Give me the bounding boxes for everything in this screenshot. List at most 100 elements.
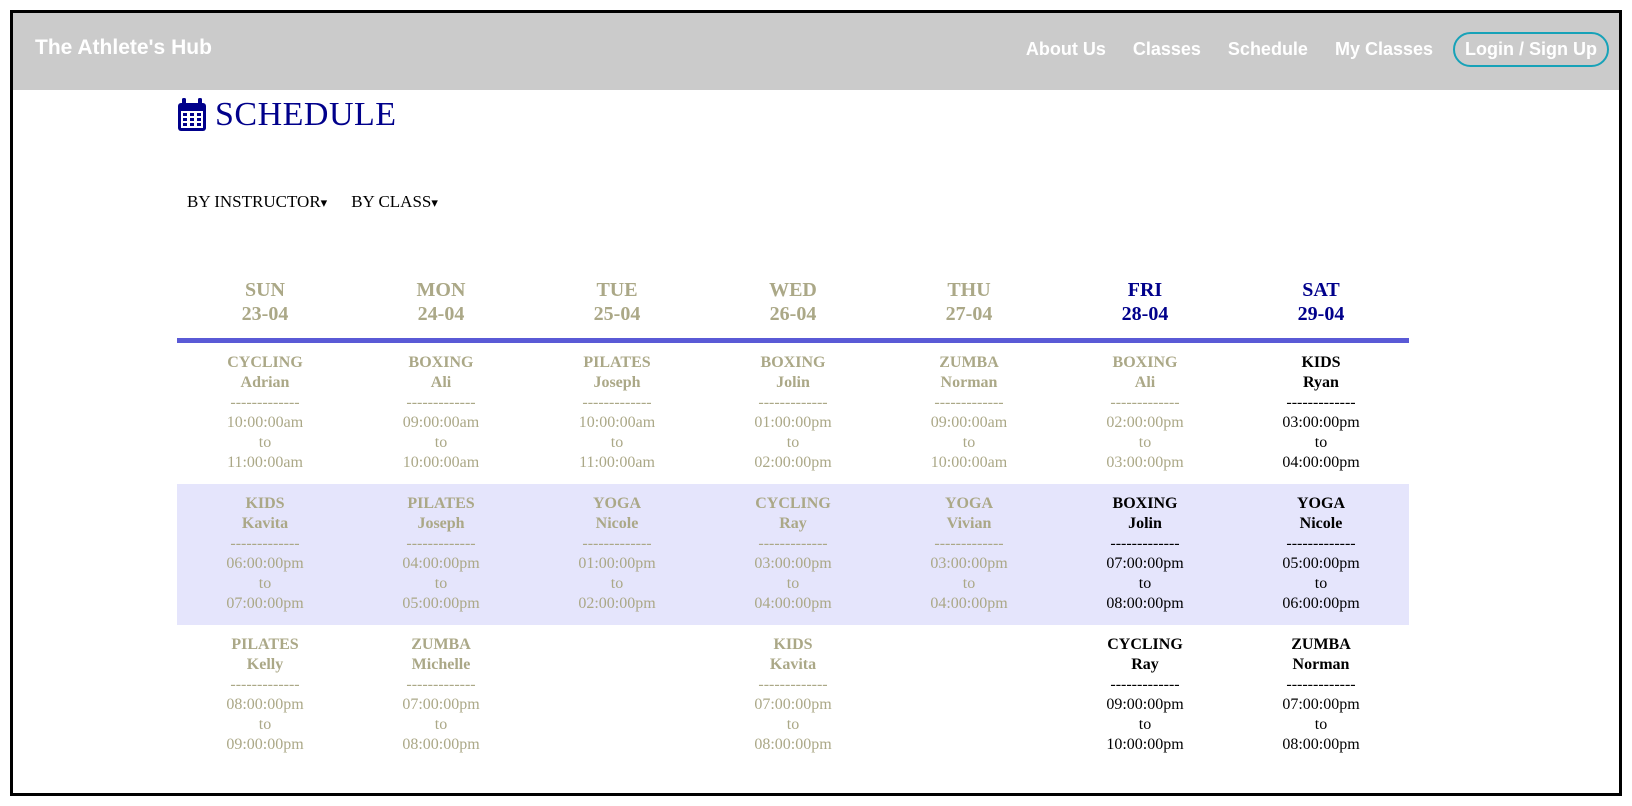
to-label: to bbox=[434, 716, 448, 733]
separator: ------------- bbox=[758, 535, 828, 552]
instructor-name: Michelle bbox=[411, 656, 471, 673]
class-name: CYCLING bbox=[755, 495, 831, 512]
browser-frame: The Athlete's Hub About Us Classes Sched… bbox=[10, 10, 1622, 796]
day-name: SAT bbox=[1302, 279, 1340, 301]
instructor-name: Vivian bbox=[946, 515, 992, 532]
end-time: 02:00:00pm bbox=[754, 454, 832, 471]
to-label: to bbox=[434, 575, 448, 592]
schedule-row: CYCLING Adrian ------------- 10:00:00am to 11… bbox=[177, 343, 1409, 484]
instructor-name: Nicole bbox=[1299, 515, 1343, 532]
day-name: WED bbox=[769, 279, 817, 301]
nav-schedule[interactable]: Schedule bbox=[1228, 39, 1308, 60]
to-label: to bbox=[962, 575, 976, 592]
separator: ------------- bbox=[1286, 535, 1356, 552]
instructor-name: Jolin bbox=[776, 374, 810, 391]
instructor-name: Ali bbox=[1134, 374, 1156, 391]
class-slot[interactable]: CYCLING Ray ------------- 03:00:00pm to 04:00… bbox=[705, 484, 881, 625]
day-name: TUE bbox=[596, 279, 638, 301]
day-header-wed: WED 26-04 bbox=[705, 278, 881, 338]
class-slot[interactable]: ZUMBA Norman ------------- 09:00:00am to 10:0… bbox=[881, 343, 1057, 484]
class-name: PILATES bbox=[231, 636, 299, 653]
class-slot[interactable]: KIDS Kavita ------------- 06:00:00pm to 07:00… bbox=[177, 484, 353, 625]
schedule-rows: CYCLING Adrian ------------- 10:00:00am to 11… bbox=[177, 343, 1409, 766]
start-time: 03:00:00pm bbox=[1282, 414, 1360, 431]
separator: ------------- bbox=[230, 535, 300, 552]
class-name: YOGA bbox=[945, 495, 993, 512]
end-time: 04:00:00pm bbox=[930, 595, 1008, 612]
nav-my-classes[interactable]: My Classes bbox=[1335, 39, 1433, 60]
class-slot[interactable]: YOGA Nicole ------------- 05:00:00pm to 06:00… bbox=[1233, 484, 1409, 625]
end-time: 08:00:00pm bbox=[754, 736, 832, 753]
class-slot[interactable]: ZUMBA Norman ------------- 07:00:00pm to 08:0… bbox=[1233, 625, 1409, 766]
separator: ------------- bbox=[934, 535, 1004, 552]
to-label: to bbox=[258, 716, 272, 733]
end-time: 08:00:00pm bbox=[402, 736, 480, 753]
start-time: 06:00:00pm bbox=[226, 555, 304, 572]
calendar-icon bbox=[178, 98, 206, 131]
separator: ------------- bbox=[1110, 394, 1180, 411]
class-name: ZUMBA bbox=[939, 354, 999, 371]
start-time: 07:00:00pm bbox=[1282, 696, 1360, 713]
to-label: to bbox=[786, 434, 800, 451]
start-time: 05:00:00pm bbox=[1282, 555, 1360, 572]
login-signup-button[interactable]: Login / Sign Up bbox=[1453, 32, 1609, 67]
filter-bar: BY INSTRUCTOR▾ BY CLASS▾ bbox=[187, 192, 462, 212]
day-date: 25-04 bbox=[593, 303, 641, 325]
day-header-row: SUN 23-04 MON 24-04 TUE 25-04 WED 26-04 THU 27-04… bbox=[177, 278, 1409, 338]
class-slot[interactable]: BOXING Ali ------------- 02:00:00pm to 03:00:… bbox=[1057, 343, 1233, 484]
class-slot[interactable]: BOXING Ali ------------- 09:00:00am to 10:00:… bbox=[353, 343, 529, 484]
separator: ------------- bbox=[758, 394, 828, 411]
end-time: 11:00:00am bbox=[227, 454, 303, 471]
day-date: 24-04 bbox=[417, 303, 465, 325]
day-header-sat: SAT 29-04 bbox=[1233, 278, 1409, 338]
class-slot[interactable]: KIDS Ryan ------------- 03:00:00pm to 04:00:0… bbox=[1233, 343, 1409, 484]
end-time: 10:00:00am bbox=[402, 454, 480, 471]
class-slot[interactable]: CYCLING Ray ------------- 09:00:00pm to 10:00… bbox=[1057, 625, 1233, 766]
start-time: 07:00:00pm bbox=[754, 696, 832, 713]
instructor-name: Kavita bbox=[769, 656, 817, 673]
day-date: 29-04 bbox=[1297, 303, 1345, 325]
class-slot[interactable]: BOXING Jolin ------------- 01:00:00pm to 02:0… bbox=[705, 343, 881, 484]
to-label: to bbox=[1314, 575, 1328, 592]
start-time: 09:00:00am bbox=[930, 414, 1008, 431]
end-time: 09:00:00pm bbox=[226, 736, 304, 753]
class-name: KIDS bbox=[773, 636, 813, 653]
class-name: PILATES bbox=[407, 495, 475, 512]
instructor-name: Ryan bbox=[1303, 374, 1339, 391]
end-time: 07:00:00pm bbox=[226, 595, 304, 612]
class-name: BOXING bbox=[1112, 495, 1178, 512]
instructor-name: Norman bbox=[940, 374, 998, 391]
separator: ------------- bbox=[1286, 676, 1356, 693]
to-label: to bbox=[786, 575, 800, 592]
class-slot[interactable]: KIDS Kavita ------------- 07:00:00pm to 08:00… bbox=[705, 625, 881, 766]
separator: ------------- bbox=[934, 394, 1004, 411]
start-time: 10:00:00am bbox=[226, 414, 304, 431]
day-date: 27-04 bbox=[945, 303, 993, 325]
nav-about-us[interactable]: About Us bbox=[1026, 39, 1106, 60]
separator: ------------- bbox=[406, 394, 476, 411]
class-slot[interactable]: YOGA Vivian ------------- 03:00:00pm to 04:00… bbox=[881, 484, 1057, 625]
filter-by-instructor-dropdown[interactable]: BY INSTRUCTOR▾ bbox=[187, 192, 327, 212]
separator: ------------- bbox=[230, 676, 300, 693]
class-slot[interactable]: PILATES Joseph ------------- 04:00:00pm to 05… bbox=[353, 484, 529, 625]
class-slot[interactable]: BOXING Jolin ------------- 07:00:00pm to 08:0… bbox=[1057, 484, 1233, 625]
day-date: 28-04 bbox=[1121, 303, 1169, 325]
class-slot[interactable]: PILATES Kelly ------------- 08:00:00pm to 09:… bbox=[177, 625, 353, 766]
class-name: KIDS bbox=[1301, 354, 1341, 371]
start-time: 03:00:00pm bbox=[754, 555, 832, 572]
class-slot[interactable]: CYCLING Adrian ------------- 10:00:00am to 11… bbox=[177, 343, 353, 484]
brand-logo[interactable]: The Athlete's Hub bbox=[35, 36, 212, 60]
separator: ------------- bbox=[1286, 394, 1356, 411]
class-name: BOXING bbox=[1112, 354, 1178, 371]
end-time: 08:00:00pm bbox=[1282, 736, 1360, 753]
class-slot[interactable]: YOGA Nicole ------------- 01:00:00pm to 02:00… bbox=[529, 484, 705, 625]
instructor-name: Joseph bbox=[593, 374, 641, 391]
nav-classes[interactable]: Classes bbox=[1133, 39, 1201, 60]
class-name: YOGA bbox=[1297, 495, 1345, 512]
class-slot[interactable]: ZUMBA Michelle ------------- 07:00:00pm to 08… bbox=[353, 625, 529, 766]
class-slot[interactable]: PILATES Joseph ------------- 10:00:00am to 11… bbox=[529, 343, 705, 484]
separator: ------------- bbox=[1110, 535, 1180, 552]
filter-by-class-dropdown[interactable]: BY CLASS▾ bbox=[351, 192, 438, 212]
day-header-tue: TUE 25-04 bbox=[529, 278, 705, 338]
schedule-row: PILATES Kelly ------------- 08:00:00pm to 09:… bbox=[177, 625, 1409, 766]
